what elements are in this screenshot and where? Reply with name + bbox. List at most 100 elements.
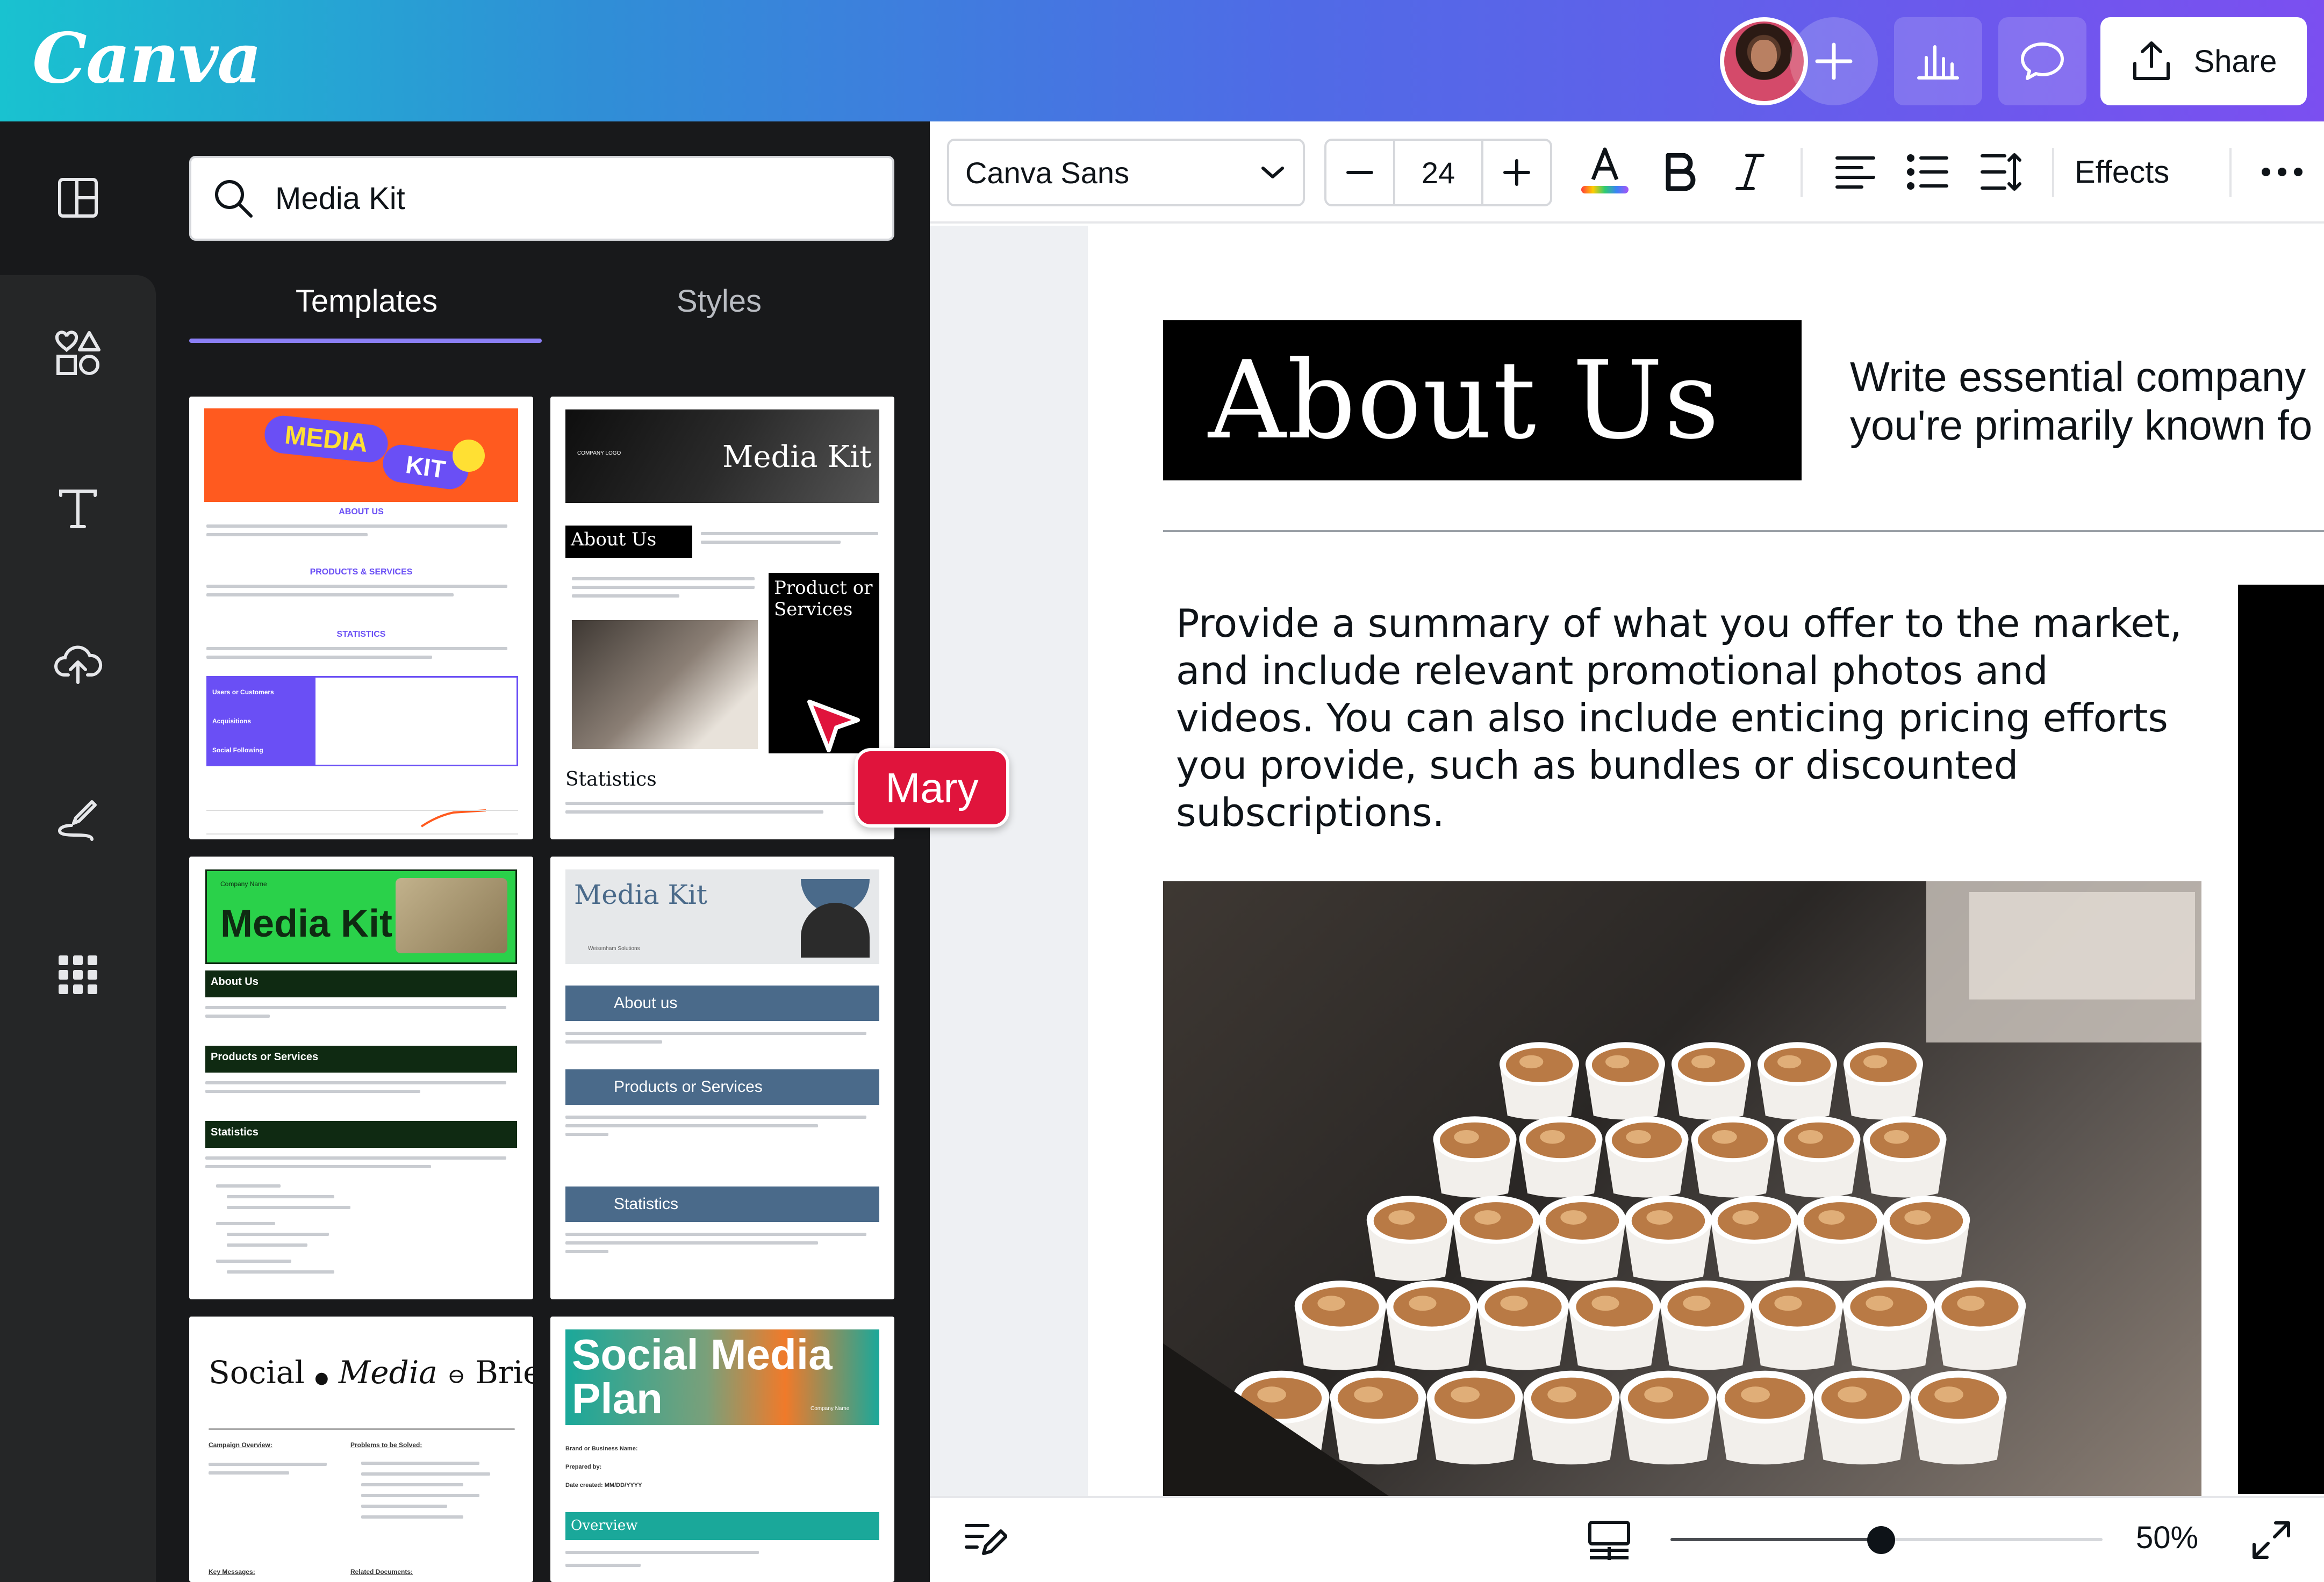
notes-icon (965, 1524, 1007, 1555)
template-row: Users or Customers (208, 678, 315, 707)
upload-icon (54, 645, 103, 684)
add-collaborator-button[interactable] (1790, 17, 1878, 105)
text-color-icon (1581, 147, 1629, 193)
apps-icon (59, 955, 97, 994)
comment-button[interactable] (1998, 17, 2086, 105)
template-title: Brief (475, 1354, 533, 1391)
draw-icon (58, 800, 97, 841)
expand-icon (2253, 1521, 2290, 1559)
about-description-line: you're primarily known fo (1850, 401, 2313, 449)
template-title: Media (338, 1354, 437, 1391)
search-input[interactable]: Media Kit (189, 156, 894, 241)
more-options-button[interactable] (2255, 145, 2309, 199)
template-card-social-media-brief[interactable]: Social ● Media ⊖ Brief Campaign Overview… (189, 1317, 533, 1582)
template-field: Campaign Overview: (209, 1441, 272, 1449)
search-value[interactable]: Media Kit (275, 181, 405, 217)
plus-icon (1815, 42, 1853, 80)
bold-button[interactable] (1653, 145, 1707, 199)
zoom-level[interactable]: 50% (2136, 1520, 2198, 1556)
about-description[interactable]: Write essential company you're primarily… (1850, 353, 2324, 455)
template-company: Company Name (810, 1406, 850, 1412)
fullscreen-button[interactable] (2244, 1513, 2298, 1567)
template-section: About us (565, 986, 879, 1021)
about-title-block[interactable]: About Us (1163, 320, 1802, 480)
template-company: Weisenham Solutions (588, 946, 640, 952)
font-family-select[interactable]: Canva Sans (947, 139, 1305, 206)
rail-apps[interactable] (51, 948, 105, 1002)
chevron-down-icon (1261, 167, 1284, 178)
search-icon (215, 180, 253, 218)
minus-icon (1346, 171, 1373, 174)
font-family-value: Canva Sans (965, 155, 1130, 190)
rail-uploads[interactable] (51, 637, 105, 691)
template-row: Acquisitions (208, 707, 315, 736)
more-icon (2262, 168, 2303, 176)
grid-view-icon (1588, 1521, 1630, 1560)
template-field: Problems to be Solved: (350, 1441, 422, 1449)
spacing-button[interactable] (1975, 145, 2028, 199)
template-card-media-kit-dark[interactable]: COMPANY LOGO Media Kit About Us Product … (550, 397, 894, 839)
font-size-stepper[interactable]: 24 (1324, 139, 1552, 206)
template-section: Products or Services (565, 1069, 879, 1105)
template-field: Brand or Business Name: (565, 1446, 638, 1452)
tab-active-indicator (189, 339, 542, 343)
template-title: Plan (572, 1375, 663, 1422)
align-button[interactable] (1828, 145, 1882, 199)
template-field: Date created: MM/DD/YYYY (565, 1482, 642, 1488)
about-title[interactable]: About Us (1208, 338, 1720, 463)
template-title: Social Media (572, 1331, 833, 1378)
template-card-media-kit-orange[interactable]: MEDIA KIT ABOUT US PRODUCTS & SERVICES S… (189, 397, 533, 839)
template-title: Media Kit (722, 440, 872, 474)
template-card-media-kit-green[interactable]: Company Name Media Kit About Us Products… (189, 857, 533, 1299)
food-photo[interactable] (1163, 881, 2201, 1496)
template-section: Products or Services (205, 1046, 517, 1073)
line-spacing-icon (1981, 153, 2021, 191)
text-color-button[interactable] (1578, 145, 1632, 199)
collaborator-cursor-icon (807, 700, 860, 752)
side-black-block[interactable] (2238, 585, 2324, 1494)
zoom-slider-knob[interactable] (1867, 1526, 1895, 1554)
template-card-social-media-plan[interactable]: Social Media Plan Company Name Brand or … (550, 1317, 894, 1582)
template-title: Social (209, 1354, 305, 1391)
layout-icon (58, 178, 98, 218)
about-description-line: Write essential company (1850, 353, 2306, 400)
notes-button[interactable] (959, 1513, 1013, 1567)
decrease-size-button[interactable] (1326, 141, 1393, 204)
template-section: Overview (565, 1512, 879, 1540)
effects-button[interactable]: Effects (2075, 145, 2169, 199)
template-section: About Us (565, 526, 692, 558)
bold-icon (1666, 153, 1696, 191)
tab-styles[interactable]: Styles (542, 279, 896, 322)
share-label: Share (2193, 44, 2277, 79)
canva-logo[interactable]: Canva (32, 18, 262, 99)
template-row: Social Following (208, 736, 315, 765)
comment-icon (2021, 42, 2064, 80)
template-card-media-kit-blue[interactable]: Media Kit Weisenham Solutions About us P… (550, 857, 894, 1299)
rail-elements[interactable] (51, 326, 105, 379)
rail-draw[interactable] (51, 793, 105, 847)
pages-view-button[interactable] (1582, 1513, 1636, 1567)
collaborator-label: Mary (855, 748, 1009, 828)
increase-size-button[interactable] (1483, 141, 1550, 204)
template-section: About Us (205, 970, 517, 997)
top-bar: Canva Share (0, 0, 2324, 121)
font-size-value[interactable]: 24 (1393, 141, 1483, 204)
toolbar-separator (2229, 148, 2232, 197)
italic-button[interactable] (1723, 145, 1777, 199)
template-section: Statistics (565, 1186, 879, 1222)
tab-templates[interactable]: Templates (189, 279, 544, 322)
align-left-icon (1835, 156, 1875, 189)
summary-text[interactable]: Provide a summary of what you offer to t… (1176, 600, 2197, 836)
rail-text[interactable] (51, 481, 105, 535)
left-rail (0, 275, 156, 1582)
template-section: STATISTICS (336, 630, 386, 639)
rail-layout[interactable] (51, 171, 105, 225)
share-button[interactable]: Share (2100, 17, 2307, 105)
template-field: Key Messages: (209, 1568, 255, 1576)
insights-button[interactable] (1894, 17, 1982, 105)
page-divider (1163, 530, 2324, 532)
template-field: Related Documents: (350, 1568, 413, 1576)
zoom-slider-fill (1670, 1538, 1881, 1541)
template-field: Prepared by: (565, 1464, 602, 1470)
list-button[interactable] (1900, 145, 1954, 199)
